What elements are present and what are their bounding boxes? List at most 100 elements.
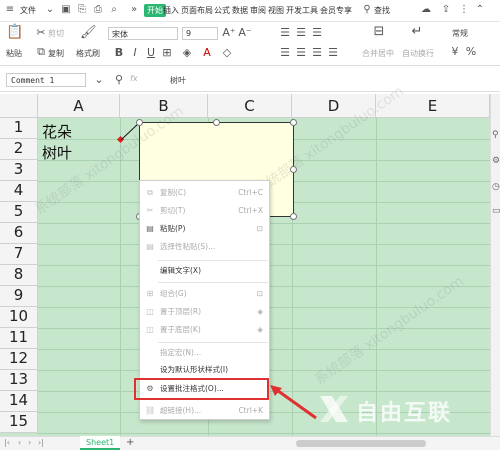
- fx-label[interactable]: fx: [130, 74, 138, 83]
- number-format-select[interactable]: 常规: [452, 28, 468, 39]
- menu-cut[interactable]: ✂ 剪切(T) Ctrl+X: [140, 203, 271, 219]
- export-icon[interactable]: ⎘: [76, 4, 88, 16]
- paste-button[interactable]: 粘贴: [6, 48, 22, 59]
- tab-formulas[interactable]: 公式: [214, 5, 230, 16]
- more-options-icon[interactable]: ⋮: [458, 4, 470, 16]
- align-left-icon[interactable]: ☰: [278, 47, 292, 59]
- align-top-icon[interactable]: ☰: [278, 27, 292, 39]
- history-icon[interactable]: ◷: [492, 182, 500, 192]
- justify-icon[interactable]: ☰: [326, 47, 340, 59]
- menu-hyperlink[interactable]: ⛓ 超链接(H)... Ctrl+K: [140, 403, 271, 419]
- name-box[interactable]: Comment 1: [6, 73, 86, 87]
- resize-handle[interactable]: [213, 119, 220, 126]
- tab-review[interactable]: 审阅: [250, 5, 266, 16]
- wrap-icon[interactable]: ↵: [410, 25, 424, 38]
- tab-insert[interactable]: 插入: [163, 5, 179, 16]
- underline-icon[interactable]: U: [144, 47, 158, 59]
- row-header-10[interactable]: 10: [0, 307, 38, 328]
- row-header-7[interactable]: 7: [0, 244, 38, 265]
- cut-button[interactable]: 剪切: [48, 28, 64, 39]
- tab-data[interactable]: 数据: [232, 5, 248, 16]
- font-size-select[interactable]: 9: [182, 27, 218, 40]
- bold-icon[interactable]: B: [112, 47, 126, 59]
- percent-icon[interactable]: %: [464, 46, 478, 58]
- preview-icon[interactable]: ⌕: [108, 4, 120, 16]
- row-header-8[interactable]: 8: [0, 265, 38, 286]
- row-header-6[interactable]: 6: [0, 223, 38, 244]
- row-header-1[interactable]: 1: [0, 118, 38, 139]
- row-header-3[interactable]: 3: [0, 160, 38, 181]
- copy-button[interactable]: 复制: [48, 48, 64, 59]
- column-header-a[interactable]: A: [38, 94, 120, 118]
- column-header-d[interactable]: D: [292, 94, 376, 118]
- search-label[interactable]: 查找: [374, 5, 390, 16]
- cut-icon[interactable]: ✂: [34, 27, 48, 39]
- cell-a2[interactable]: 树叶: [42, 142, 72, 163]
- increase-font-icon[interactable]: A⁺: [222, 27, 236, 39]
- pin-icon[interactable]: ⚲: [492, 130, 499, 140]
- column-header-e[interactable]: E: [376, 94, 490, 118]
- column-header-c[interactable]: C: [208, 94, 292, 118]
- menu-file[interactable]: 文件: [20, 5, 36, 16]
- hamburger-icon[interactable]: ≡: [4, 4, 16, 16]
- menu-bring-front[interactable]: ◫ 置于顶层(R) ◈: [140, 304, 271, 320]
- menu-send-back[interactable]: ◫ 置于底层(K) ◈: [140, 322, 271, 338]
- row-header-2[interactable]: 2: [0, 139, 38, 160]
- print-icon[interactable]: ⎙: [92, 4, 104, 16]
- currency-icon[interactable]: ¥: [448, 46, 462, 58]
- last-sheet-icon[interactable]: ›|: [38, 438, 44, 447]
- menu-assign-macro[interactable]: 指定宏(N)...: [140, 345, 271, 361]
- chevron-down-icon[interactable]: ⌄: [92, 74, 106, 86]
- format-painter-button[interactable]: 格式刷: [76, 48, 100, 59]
- row-header-15[interactable]: 15: [0, 412, 38, 433]
- tab-view[interactable]: 视图: [268, 5, 284, 16]
- font-color-icon[interactable]: A: [200, 47, 214, 59]
- add-sheet-button[interactable]: +: [126, 437, 134, 448]
- first-sheet-icon[interactable]: |‹: [4, 438, 10, 447]
- menu-paste[interactable]: ▤ 粘贴(P) ⊡: [140, 221, 271, 237]
- collapse-icon[interactable]: ⌃: [474, 4, 486, 16]
- paste-icon[interactable]: 📋: [6, 25, 23, 39]
- copy-icon[interactable]: ⧉: [34, 46, 48, 58]
- formula-input[interactable]: 树叶: [170, 75, 186, 86]
- prev-sheet-icon[interactable]: ‹: [18, 438, 21, 447]
- sheet-tab-sheet1[interactable]: Sheet1: [80, 436, 121, 450]
- select-all-corner[interactable]: [0, 94, 38, 118]
- tab-developer[interactable]: 开发工具: [286, 5, 318, 16]
- align-center-icon[interactable]: ☰: [294, 47, 308, 59]
- vertical-scrollbar[interactable]: ⚲ ⚙ ◷ ▭: [490, 94, 500, 436]
- wrap-button[interactable]: 自动换行: [402, 48, 434, 59]
- panel-icon[interactable]: ▭: [492, 206, 500, 216]
- cell-a1[interactable]: 花朵: [42, 121, 72, 142]
- save-icon[interactable]: ▣: [60, 4, 72, 16]
- share-icon[interactable]: ⇪: [440, 4, 452, 16]
- clear-icon[interactable]: ◇: [220, 47, 234, 59]
- row-header-12[interactable]: 12: [0, 349, 38, 370]
- merge-button[interactable]: 合并居中: [362, 48, 394, 59]
- row-header-13[interactable]: 13: [0, 370, 38, 391]
- menu-edit-text[interactable]: 编辑文字(X): [140, 263, 271, 279]
- resize-handle[interactable]: [290, 119, 297, 126]
- menu-paste-special[interactable]: ▤ 选择性粘贴(S)...: [140, 239, 271, 255]
- decrease-font-icon[interactable]: A⁻: [238, 27, 252, 39]
- resize-handle[interactable]: [290, 166, 297, 173]
- resize-handle[interactable]: [290, 213, 297, 220]
- row-header-11[interactable]: 11: [0, 328, 38, 349]
- tab-page-layout[interactable]: 页面布局: [181, 5, 213, 16]
- horizontal-scrollbar[interactable]: [296, 440, 426, 447]
- menu-copy[interactable]: ⧉ 复制(C) Ctrl+C: [140, 185, 271, 201]
- format-painter-icon[interactable]: 🖌: [80, 26, 97, 39]
- row-header-14[interactable]: 14: [0, 391, 38, 412]
- align-bottom-icon[interactable]: ☰: [310, 27, 324, 39]
- settings-icon[interactable]: ⚙: [492, 156, 500, 166]
- resize-handle[interactable]: [136, 119, 143, 126]
- italic-icon[interactable]: I: [128, 47, 142, 59]
- menu-set-default-style[interactable]: 设为默认形状样式(I): [140, 362, 271, 378]
- menu-group[interactable]: ⊞ 组合(G) ⊡: [140, 286, 271, 302]
- merge-icon[interactable]: ⊟: [372, 25, 386, 38]
- row-header-9[interactable]: 9: [0, 286, 38, 307]
- more-icon[interactable]: »: [128, 4, 140, 16]
- row-header-4[interactable]: 4: [0, 181, 38, 202]
- cloud-icon[interactable]: ☁: [420, 4, 432, 16]
- align-middle-icon[interactable]: ☰: [294, 27, 308, 39]
